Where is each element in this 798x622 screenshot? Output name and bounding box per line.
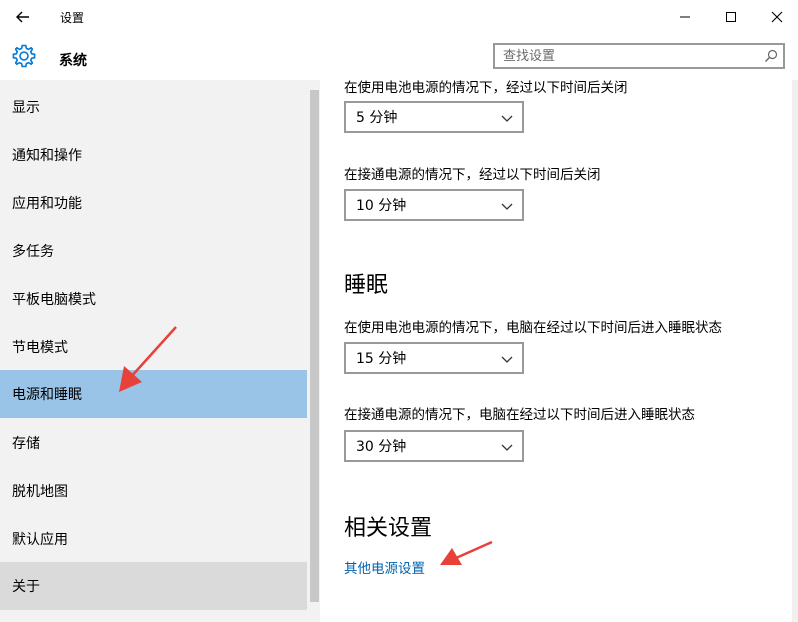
window-title: 设置 bbox=[60, 11, 85, 25]
screen-battery-label: 在使用电池电源的情况下，经过以下时间后关闭 bbox=[344, 80, 628, 96]
sleep-battery-label: 在使用电池电源的情况下，电脑在经过以下时间后进入睡眠状态 bbox=[344, 320, 722, 336]
sidebar-item-tablet-mode[interactable]: 平板电脑模式 bbox=[0, 275, 307, 323]
sidebar-item-label: 平板电脑模式 bbox=[12, 292, 96, 308]
sidebar-item-apps[interactable]: 应用和功能 bbox=[0, 179, 307, 227]
select-value: 10 分钟 bbox=[356, 198, 407, 214]
select-value: 15 分钟 bbox=[356, 351, 407, 367]
sidebar-item-power-sleep[interactable]: 电源和睡眠 bbox=[0, 370, 307, 418]
page-header: 系统 bbox=[0, 34, 798, 80]
sleep-battery-select[interactable]: 15 分钟 bbox=[344, 342, 524, 374]
close-button[interactable] bbox=[754, 0, 798, 34]
sidebar-item-label: 默认应用 bbox=[12, 532, 68, 548]
sidebar-item-display[interactable]: 显示 bbox=[0, 83, 307, 131]
search-input[interactable] bbox=[495, 45, 753, 68]
select-value: 30 分钟 bbox=[356, 439, 407, 455]
sleep-plugged-select[interactable]: 30 分钟 bbox=[344, 430, 524, 462]
sidebar-item-label: 节电模式 bbox=[12, 340, 68, 356]
sidebar-item-default-apps[interactable]: 默认应用 bbox=[0, 515, 307, 563]
back-arrow-icon bbox=[16, 11, 29, 23]
sidebar-item-label: 应用和功能 bbox=[12, 196, 82, 212]
sidebar-item-label: 脱机地图 bbox=[12, 484, 68, 500]
sleep-plugged-label: 在接通电源的情况下，电脑在经过以下时间后进入睡眠状态 bbox=[344, 407, 695, 423]
sidebar-item-label: 关于 bbox=[12, 579, 40, 595]
sidebar-item-offline-maps[interactable]: 脱机地图 bbox=[0, 467, 307, 515]
sidebar-item-label: 多任务 bbox=[12, 244, 54, 260]
sleep-heading: 睡眠 bbox=[344, 273, 389, 298]
chevron-down-icon bbox=[501, 115, 513, 122]
back-button[interactable] bbox=[11, 7, 35, 27]
search-box[interactable] bbox=[493, 43, 785, 69]
content-scrollbar[interactable] bbox=[792, 80, 798, 622]
chevron-down-icon bbox=[501, 356, 513, 363]
minimize-icon bbox=[680, 16, 690, 18]
sidebar-item-multitasking[interactable]: 多任务 bbox=[0, 227, 307, 275]
maximize-icon bbox=[726, 12, 736, 22]
close-icon bbox=[771, 11, 783, 23]
sidebar-scrollbar-thumb[interactable] bbox=[310, 90, 319, 602]
sidebar-item-about[interactable]: 关于 bbox=[0, 562, 307, 610]
chevron-down-icon bbox=[501, 444, 513, 451]
search-icon[interactable] bbox=[764, 49, 778, 63]
minimize-button[interactable] bbox=[662, 0, 708, 34]
sidebar-item-label: 通知和操作 bbox=[12, 148, 82, 164]
sidebar-item-notifications[interactable]: 通知和操作 bbox=[0, 131, 307, 179]
select-value: 5 分钟 bbox=[356, 110, 398, 126]
gear-icon bbox=[12, 44, 36, 68]
title-bar: 设置 bbox=[0, 0, 798, 34]
main-content: 在使用电池电源的情况下，经过以下时间后关闭 5 分钟 在接通电源的情况下，经过以… bbox=[320, 80, 798, 622]
sidebar-item-storage[interactable]: 存储 bbox=[0, 419, 307, 467]
additional-power-settings-link[interactable]: 其他电源设置 bbox=[344, 557, 425, 577]
screen-plugged-select[interactable]: 10 分钟 bbox=[344, 189, 524, 221]
section-title: 系统 bbox=[59, 53, 87, 69]
sidebar-item-label: 显示 bbox=[12, 100, 40, 116]
maximize-button[interactable] bbox=[708, 0, 754, 34]
screen-plugged-label: 在接通电源的情况下，经过以下时间后关闭 bbox=[344, 167, 601, 183]
sidebar-item-label: 电源和睡眠 bbox=[12, 387, 82, 403]
related-settings-heading: 相关设置 bbox=[344, 516, 433, 541]
sidebar-item-label: 存储 bbox=[12, 436, 40, 452]
sidebar-item-battery-saver[interactable]: 节电模式 bbox=[0, 323, 307, 371]
chevron-down-icon bbox=[501, 203, 513, 210]
screen-battery-select[interactable]: 5 分钟 bbox=[344, 101, 524, 133]
